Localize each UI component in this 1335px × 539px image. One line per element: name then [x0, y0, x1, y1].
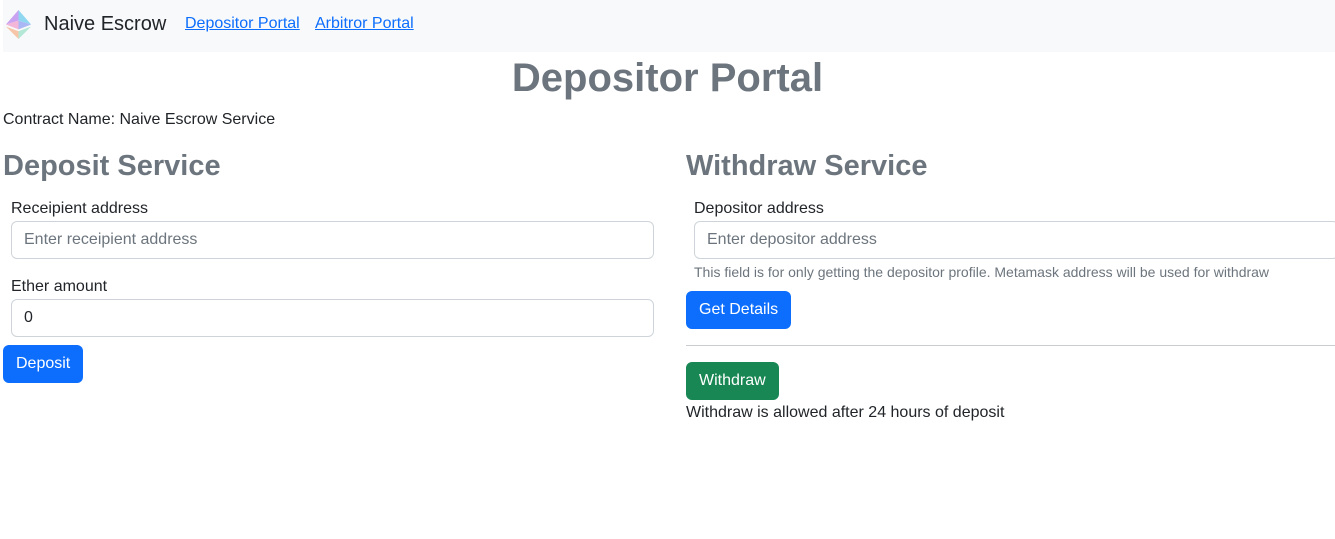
deposit-service-title: Deposit Service	[3, 150, 221, 182]
brand-name[interactable]: Naive Escrow	[44, 13, 166, 36]
ether-amount-label: Ether amount	[11, 278, 108, 295]
ether-amount-input[interactable]	[11, 299, 654, 337]
navbar: Naive Escrow Depositor Portal Arbitror P…	[3, 0, 1335, 52]
depositor-help-text: This field is for only getting the depos…	[694, 264, 1270, 280]
depositor-address-label: Depositor address	[694, 200, 824, 217]
ethereum-diamond-icon[interactable]	[3, 9, 34, 40]
section-divider	[686, 345, 1335, 346]
page-title: Depositor Portal	[511, 56, 824, 100]
deposit-button[interactable]: Deposit	[3, 345, 84, 383]
nav-link-depositor-portal[interactable]: Depositor Portal	[185, 15, 300, 33]
withdraw-button[interactable]: Withdraw	[686, 362, 779, 400]
depositor-address-input[interactable]	[694, 221, 1335, 259]
recipient-address-label: Receipient address	[11, 200, 148, 217]
withdraw-service-title: Withdraw Service	[686, 150, 928, 182]
recipient-address-input[interactable]	[11, 221, 654, 259]
withdraw-note: Withdraw is allowed after 24 hours of de…	[686, 404, 1005, 421]
contract-name: Contract Name: Naive Escrow Service	[3, 111, 276, 128]
get-details-button[interactable]: Get Details	[686, 291, 792, 329]
nav-link-arbitror-portal[interactable]: Arbitror Portal	[315, 15, 414, 33]
